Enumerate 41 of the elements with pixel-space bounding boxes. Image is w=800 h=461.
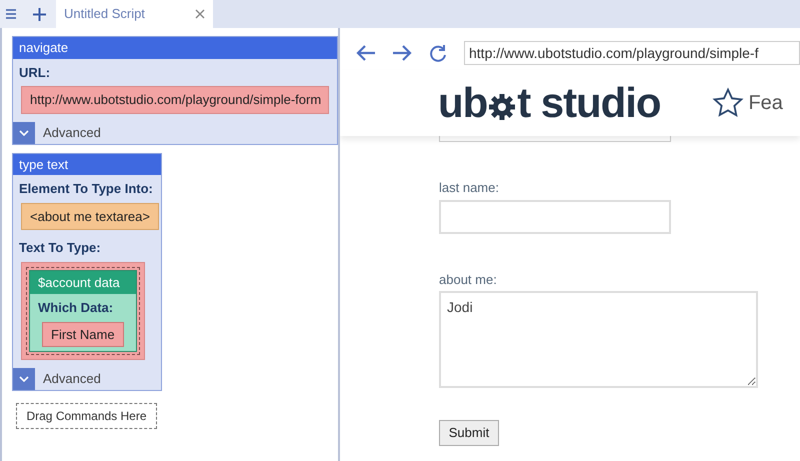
submit-button[interactable]: Submit (439, 420, 499, 446)
input-field[interactable] (439, 136, 671, 142)
nav-link[interactable]: Fea (748, 88, 783, 118)
menu-button[interactable] (0, 0, 22, 28)
input-field[interactable] (439, 200, 671, 234)
text-area[interactable]: Jodi (439, 291, 758, 388)
site-logo[interactable]: ub t studio (438, 82, 660, 124)
star-icon (712, 87, 744, 119)
script-tab[interactable]: Untitled Script (56, 0, 213, 28)
function-block[interactable]: $account data Which Data: First Name (26, 266, 140, 355)
forward-arrow-icon[interactable] (392, 45, 412, 61)
close-icon[interactable] (195, 9, 205, 19)
back-arrow-icon[interactable] (356, 45, 376, 61)
command-block[interactable]: type text Element To Type Into: <about me textarea> Text To Type: $account data Which Data: First Name Advanced (12, 152, 162, 391)
chevron-down-icon (19, 130, 29, 136)
gear-icon (488, 93, 516, 121)
field-label: last name: (439, 179, 500, 197)
function-title: $account data (30, 270, 136, 294)
menu-icon (6, 9, 16, 19)
command-title: navigate (13, 37, 337, 58)
expand-button[interactable] (13, 122, 35, 144)
address-bar[interactable]: http://www.ubotstudio.com/playground/simple-f (464, 41, 800, 65)
parameter-value[interactable]: First Name (42, 322, 124, 347)
tab-label: Untitled Script (64, 5, 145, 24)
field-label: URL: (18, 64, 52, 82)
field-label: Element To Type Into: (18, 180, 154, 198)
plus-icon (32, 8, 46, 20)
advanced-label[interactable]: Advanced (43, 369, 101, 389)
field-label: Text To Type: (18, 239, 102, 257)
url-value[interactable]: http://www.ubotstudio.com/playground/simple-form (21, 86, 329, 114)
refresh-icon[interactable] (428, 43, 448, 63)
drop-zone[interactable]: Drag Commands Here (16, 403, 157, 429)
expand-button[interactable] (13, 368, 35, 390)
command-block[interactable]: navigate URL: http://www.ubotstudio.com/playground/simple-form Advanced (12, 36, 338, 144)
field-label: about me: (439, 270, 498, 288)
parameter-label: Which Data: (37, 299, 114, 317)
element-value[interactable]: <about me textarea> (21, 202, 159, 230)
advanced-label[interactable]: Advanced (43, 122, 101, 142)
command-title: type text (13, 154, 161, 175)
chevron-down-icon (19, 376, 29, 382)
add-tab-button[interactable] (22, 0, 56, 28)
